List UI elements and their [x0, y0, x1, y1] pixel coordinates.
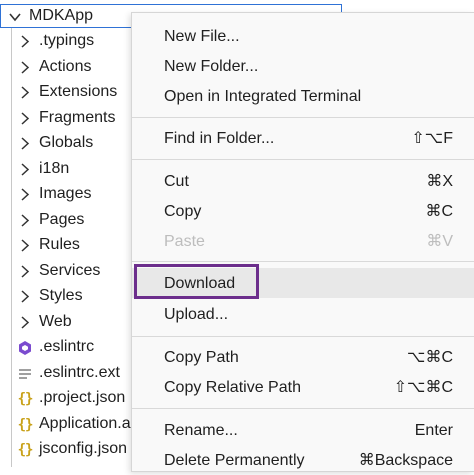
menu-item-label: New File...	[164, 28, 240, 45]
eslint-icon	[16, 339, 34, 357]
json-braces-icon: {}	[17, 417, 34, 433]
menu-item-new-folder[interactable]: New Folder...	[132, 51, 474, 81]
tree-folder-images[interactable]: Images	[0, 182, 132, 207]
json-braces-icon: {}	[17, 442, 34, 458]
chevron-right-icon	[21, 86, 30, 99]
menu-item-label: Copy Path	[164, 349, 239, 366]
menu-separator	[132, 117, 474, 118]
tree-file-eslintrc[interactable]: .eslintrc	[0, 335, 132, 360]
menu-item-shortcut: ⌘Backspace	[358, 452, 453, 469]
menu-item-label: Find in Folder...	[164, 130, 275, 147]
tree-item-label: Web	[39, 313, 72, 330]
tree-item-label: .eslintrc.ext	[39, 364, 120, 381]
tree-folder-globals[interactable]: Globals	[0, 131, 132, 156]
menu-item-label: Upload...	[164, 306, 229, 323]
menu-item-delete-permanently[interactable]: Delete Permanently ⌘Backspace	[132, 445, 474, 475]
tree-item-label: Actions	[39, 58, 92, 75]
tree-folder-styles[interactable]: Styles	[0, 284, 132, 309]
tree-item-label: Globals	[39, 134, 94, 151]
menu-separator	[132, 408, 474, 409]
tree-item-label: i18n	[39, 160, 70, 177]
tree-folder-typings[interactable]: .typings	[0, 29, 132, 54]
tree-item-label: Fragments	[39, 109, 116, 126]
menu-item-shortcut: ⌘X	[426, 173, 453, 190]
tree-folder-web[interactable]: Web	[0, 310, 132, 335]
menu-item-copy[interactable]: Copy ⌘C	[132, 196, 474, 226]
menu-item-label: Cut	[164, 173, 189, 190]
menu-item-label: New Folder...	[164, 58, 259, 75]
tree-folder-fragments[interactable]: Fragments	[0, 106, 132, 131]
menu-item-shortcut: ⇧⌥F	[411, 130, 453, 147]
menu-item-shortcut: ⌘V	[426, 233, 453, 250]
tree-folder-extensions[interactable]: Extensions	[0, 80, 132, 105]
menu-item-cut[interactable]: Cut ⌘X	[132, 166, 474, 196]
chevron-down-icon[interactable]	[8, 10, 22, 24]
tree-file-eslintrc-ext[interactable]: .eslintrc.ext	[0, 361, 132, 386]
tree-folder-actions[interactable]: Actions	[0, 55, 132, 80]
menu-item-label: Delete Permanently	[164, 452, 305, 469]
menu-separator	[132, 159, 474, 160]
menu-item-open-in-terminal[interactable]: Open in Integrated Terminal	[132, 81, 474, 111]
tree-folder-i18n[interactable]: i18n	[0, 157, 132, 182]
chevron-right-icon	[21, 265, 30, 278]
chevron-right-icon	[21, 61, 30, 74]
lines-file-icon	[16, 365, 34, 383]
context-menu: New File... New Folder... Open in Integr…	[131, 12, 474, 472]
menu-item-label: Copy Relative Path	[164, 379, 301, 396]
tree-item-label: Rules	[39, 236, 80, 253]
menu-item-label: Open in Integrated Terminal	[164, 88, 362, 105]
menu-item-shortcut: ⌥⌘C	[407, 349, 453, 366]
chevron-right-icon	[21, 35, 30, 48]
chevron-right-icon	[21, 214, 30, 227]
menu-separator	[132, 336, 474, 337]
download-highlight-outline	[134, 264, 259, 299]
tree-item-label: Services	[39, 262, 101, 279]
menu-item-shortcut: ⇧⌥⌘C	[393, 379, 453, 396]
tree-item-label: jsconfig.json	[39, 440, 128, 457]
chevron-right-icon	[21, 290, 30, 303]
menu-item-copy-relative-path[interactable]: Copy Relative Path ⇧⌥⌘C	[132, 372, 474, 402]
tree-file-jsconfig-json[interactable]: {} jsconfig.json	[0, 437, 132, 462]
tree-item-label: .project.json	[39, 389, 126, 406]
menu-item-label: Rename...	[164, 422, 238, 439]
tree-item-label: Images	[39, 185, 92, 202]
chevron-right-icon	[21, 137, 30, 150]
menu-item-upload[interactable]: Upload...	[132, 299, 474, 329]
menu-item-shortcut: Enter	[414, 422, 453, 439]
tree-item-label: .eslintrc	[39, 338, 95, 355]
menu-item-label: Copy	[164, 203, 202, 220]
tree-folder-pages[interactable]: Pages	[0, 208, 132, 233]
tree-folder-rules[interactable]: Rules	[0, 233, 132, 258]
menu-item-find-in-folder[interactable]: Find in Folder... ⇧⌥F	[132, 123, 474, 153]
menu-item-rename[interactable]: Rename... Enter	[132, 415, 474, 445]
tree-root-label: MDKApp	[29, 7, 94, 24]
chevron-right-icon	[21, 316, 30, 329]
tree-file-project-json[interactable]: {} .project.json	[0, 386, 132, 411]
menu-item-paste: Paste ⌘V	[132, 226, 474, 256]
menu-item-shortcut: ⌘C	[425, 203, 453, 220]
chevron-right-icon	[21, 188, 30, 201]
chevron-right-icon	[21, 112, 30, 125]
tree-item-label: .typings	[39, 32, 95, 49]
tree-item-label: Styles	[39, 287, 83, 304]
chevron-right-icon	[21, 163, 30, 176]
chevron-right-icon	[21, 239, 30, 252]
tree-file-application-app[interactable]: {} Application.app	[0, 412, 149, 437]
menu-item-label: Paste	[164, 233, 205, 250]
json-braces-icon: {}	[17, 391, 34, 407]
menu-item-new-file[interactable]: New File...	[132, 21, 474, 51]
tree-item-label: Extensions	[39, 83, 118, 100]
menu-item-copy-path[interactable]: Copy Path ⌥⌘C	[132, 342, 474, 372]
tree-folder-services[interactable]: Services	[0, 259, 132, 284]
tree-item-label: Pages	[39, 211, 85, 228]
menu-separator	[132, 261, 474, 262]
